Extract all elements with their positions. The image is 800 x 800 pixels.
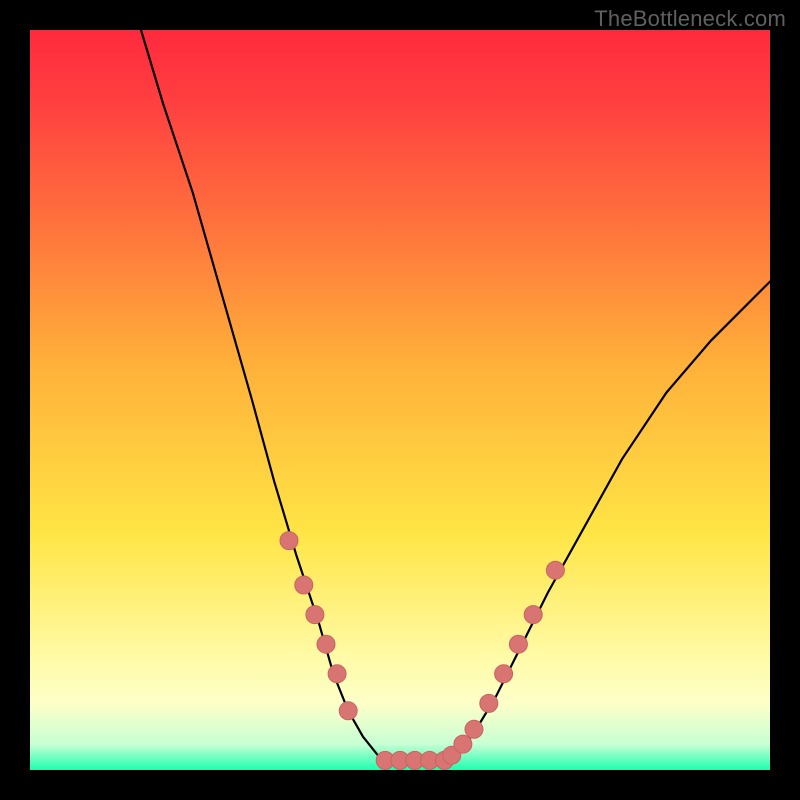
curve-marker [546,561,564,579]
bottleneck-curve [141,30,770,760]
curve-marker [295,576,313,594]
marker-group-right [443,561,565,764]
curve-marker [339,702,357,720]
curve-marker [465,720,483,738]
curve-marker [306,606,324,624]
chart-frame: TheBottleneck.com [0,0,800,800]
curve-marker [524,606,542,624]
curve-marker [280,532,298,550]
curve-marker [495,665,513,683]
watermark-label: TheBottleneck.com [594,6,786,32]
plot-svg [30,30,770,770]
curve-marker [317,635,335,653]
marker-group-bottom [376,751,453,769]
plot-area [30,30,770,770]
curve-marker [454,735,472,753]
curve-marker [509,635,527,653]
curve-marker [328,665,346,683]
curve-marker [480,694,498,712]
